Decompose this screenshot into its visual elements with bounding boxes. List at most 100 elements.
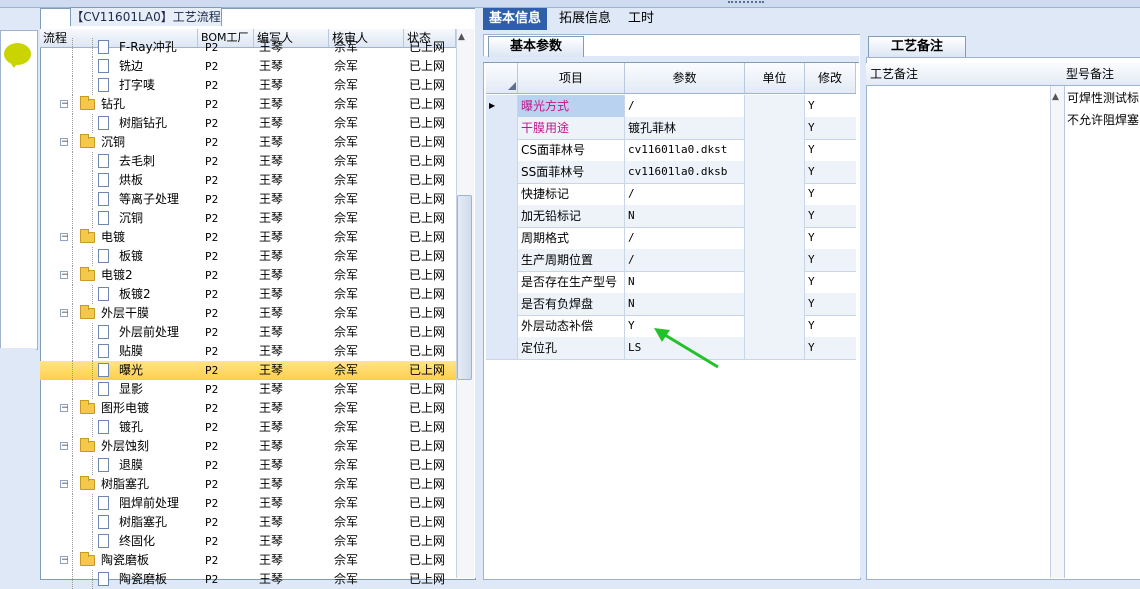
row-indicator[interactable] <box>486 337 518 359</box>
param-item[interactable]: SS面菲林号 <box>518 161 625 183</box>
tree-row[interactable]: 陶瓷磨板 P2 王琴 佘军 已上网 <box>40 570 456 589</box>
tree-row[interactable]: 镀孔 P2 王琴 佘军 已上网 <box>40 418 456 437</box>
subtab-basic-params[interactable]: 基本参数 <box>488 36 584 57</box>
row-indicator[interactable] <box>486 205 518 227</box>
tree-row[interactable]: 退膜 P2 王琴 佘军 已上网 <box>40 456 456 475</box>
param-value[interactable]: / <box>625 95 745 117</box>
tree-row[interactable]: 板镀2 P2 王琴 佘军 已上网 <box>40 285 456 304</box>
tree-row[interactable]: 板镀 P2 王琴 佘军 已上网 <box>40 247 456 266</box>
tree-row[interactable]: 树脂塞孔 P2 王琴 佘军 已上网 <box>40 513 456 532</box>
param-row[interactable]: 干膜用途 镀孔菲林 Y <box>486 117 856 140</box>
param-value[interactable]: 镀孔菲林 <box>625 117 745 139</box>
param-modify[interactable]: Y <box>805 205 856 227</box>
notes-scrollbar[interactable] <box>1050 86 1065 578</box>
param-value[interactable]: / <box>625 249 745 271</box>
param-unit[interactable] <box>745 293 805 315</box>
param-value[interactable]: N <box>625 205 745 227</box>
param-row[interactable]: 是否有负焊盘 N Y <box>486 293 856 316</box>
tree-row[interactable]: − 陶瓷磨板 P2 王琴 佘军 已上网 <box>40 551 456 570</box>
param-value[interactable]: cv11601la0.dksb <box>625 161 745 183</box>
chat-bubble-icon[interactable] <box>4 43 31 68</box>
tree-row[interactable]: − 沉铜 P2 王琴 佘军 已上网 <box>40 133 456 152</box>
tree-row[interactable]: 铣边 P2 王琴 佘军 已上网 <box>40 57 456 76</box>
tab-work-hours[interactable]: 工时 <box>622 8 660 30</box>
tree-row[interactable]: − 外层蚀刻 P2 王琴 佘军 已上网 <box>40 437 456 456</box>
tree-row[interactable]: − 树脂塞孔 P2 王琴 佘军 已上网 <box>40 475 456 494</box>
param-unit[interactable] <box>745 161 805 183</box>
tree-row[interactable]: 烘板 P2 王琴 佘军 已上网 <box>40 171 456 190</box>
row-indicator[interactable] <box>486 161 518 183</box>
collapse-icon[interactable]: − <box>60 309 69 318</box>
splitter-grip-icon[interactable] <box>728 1 764 7</box>
tree-row[interactable]: 终固化 P2 王琴 佘军 已上网 <box>40 532 456 551</box>
param-value[interactable]: cv11601la0.dkst <box>625 139 745 161</box>
tree-row[interactable]: 树脂钻孔 P2 王琴 佘军 已上网 <box>40 114 456 133</box>
param-modify[interactable]: Y <box>805 271 856 293</box>
row-indicator[interactable] <box>486 183 518 205</box>
param-modify[interactable]: Y <box>805 183 856 205</box>
row-indicator[interactable] <box>486 227 518 249</box>
param-row[interactable]: CS面菲林号 cv11601la0.dkst Y <box>486 139 856 162</box>
param-unit[interactable] <box>745 271 805 293</box>
param-row[interactable]: 加无铅标记 N Y <box>486 205 856 228</box>
row-indicator[interactable]: ▶ <box>486 95 518 117</box>
param-unit[interactable] <box>745 95 805 117</box>
collapse-icon[interactable]: − <box>60 442 69 451</box>
collapse-icon[interactable]: − <box>60 100 69 109</box>
param-row[interactable]: 快捷标记 / Y <box>486 183 856 206</box>
param-unit[interactable] <box>745 337 805 359</box>
param-row[interactable]: 生产周期位置 / Y <box>486 249 856 272</box>
row-indicator[interactable] <box>486 249 518 271</box>
param-item[interactable]: 生产周期位置 <box>518 249 625 271</box>
param-modify[interactable]: Y <box>805 249 856 271</box>
tab-basic-info[interactable]: 基本信息 <box>483 8 548 30</box>
collapse-icon[interactable]: − <box>60 233 69 242</box>
tree-row[interactable]: 沉铜 P2 王琴 佘军 已上网 <box>40 209 456 228</box>
tree-scroll-thumb[interactable] <box>457 195 472 380</box>
param-value[interactable]: / <box>625 227 745 249</box>
param-row[interactable]: 是否存在生产型号 N Y <box>486 271 856 294</box>
param-modify[interactable]: Y <box>805 161 856 183</box>
tree-row[interactable]: 贴膜 P2 王琴 佘军 已上网 <box>40 342 456 361</box>
notes-col-process[interactable]: 工艺备注 <box>870 63 918 85</box>
param-unit[interactable] <box>745 183 805 205</box>
param-row[interactable]: 周期格式 / Y <box>486 227 856 250</box>
param-unit[interactable] <box>745 315 805 337</box>
param-unit[interactable] <box>745 227 805 249</box>
param-row[interactable]: SS面菲林号 cv11601la0.dksb Y <box>486 161 856 184</box>
grid-col-param[interactable]: 参数 <box>625 63 745 93</box>
param-item[interactable]: 是否存在生产型号 <box>518 271 625 293</box>
param-item[interactable]: 快捷标记 <box>518 183 625 205</box>
collapse-icon[interactable]: − <box>60 138 69 147</box>
param-item[interactable]: 周期格式 <box>518 227 625 249</box>
param-modify[interactable]: Y <box>805 227 856 249</box>
param-item[interactable]: 加无铅标记 <box>518 205 625 227</box>
param-modify[interactable]: Y <box>805 315 856 337</box>
collapse-icon[interactable]: − <box>60 480 69 489</box>
param-row[interactable]: ▶ 曝光方式 / Y <box>486 95 856 118</box>
scroll-up-icon[interactable]: ▲ <box>458 32 465 42</box>
grid-col-unit[interactable]: 单位 <box>745 63 805 93</box>
tree-row[interactable]: − 电镀 P2 王琴 佘军 已上网 <box>40 228 456 247</box>
row-indicator[interactable] <box>486 139 518 161</box>
vertical-splitter[interactable] <box>475 8 483 578</box>
param-value[interactable]: / <box>625 183 745 205</box>
tree-row[interactable]: 显影 P2 王琴 佘军 已上网 <box>40 380 456 399</box>
param-item[interactable]: 是否有负焊盘 <box>518 293 625 315</box>
notes-scroll-up-icon[interactable]: ▲ <box>1052 92 1059 102</box>
param-item[interactable]: 外层动态补偿 <box>518 315 625 337</box>
row-indicator[interactable] <box>486 271 518 293</box>
subtab-process-notes[interactable]: 工艺备注 <box>868 36 966 57</box>
tree-row[interactable]: 外层前处理 P2 王琴 佘军 已上网 <box>40 323 456 342</box>
tree-row[interactable]: − 电镀2 P2 王琴 佘军 已上网 <box>40 266 456 285</box>
tree-row[interactable]: 打字唛 P2 王琴 佘军 已上网 <box>40 76 456 95</box>
grid-col-modify[interactable]: 修改 <box>805 63 856 93</box>
param-item[interactable]: 曝光方式 <box>518 95 625 117</box>
row-indicator[interactable] <box>486 315 518 337</box>
param-modify[interactable]: Y <box>805 95 856 117</box>
param-unit[interactable] <box>745 117 805 139</box>
collapse-icon[interactable]: − <box>60 271 69 280</box>
tree-row[interactable]: − 外层干膜 P2 王琴 佘军 已上网 <box>40 304 456 323</box>
tree-row[interactable]: 去毛刺 P2 王琴 佘军 已上网 <box>40 152 456 171</box>
param-modify[interactable]: Y <box>805 139 856 161</box>
